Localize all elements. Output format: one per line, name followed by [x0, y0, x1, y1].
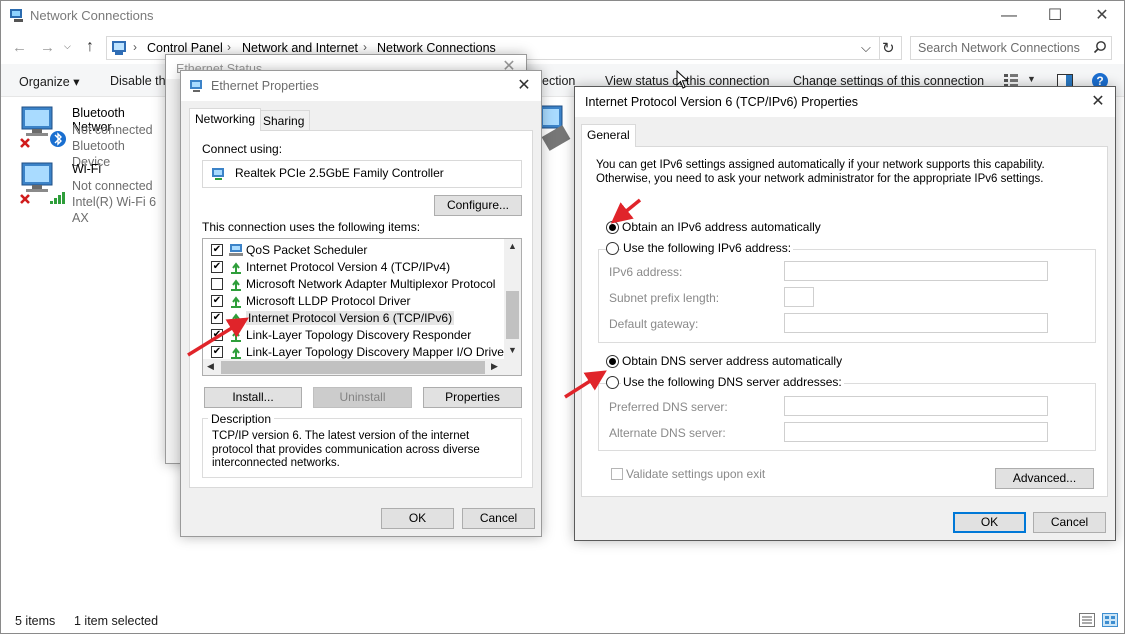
mouse-cursor-icon [676, 70, 689, 89]
tab-general[interactable]: General [581, 124, 636, 147]
arrow-to-ipv6-item [187, 317, 249, 357]
annotation-arrows [187, 198, 642, 399]
tab-networking[interactable]: Networking [189, 108, 262, 131]
arrow-to-manual-dns [564, 370, 607, 399]
arrow-to-auto-ipv6 [610, 198, 642, 224]
